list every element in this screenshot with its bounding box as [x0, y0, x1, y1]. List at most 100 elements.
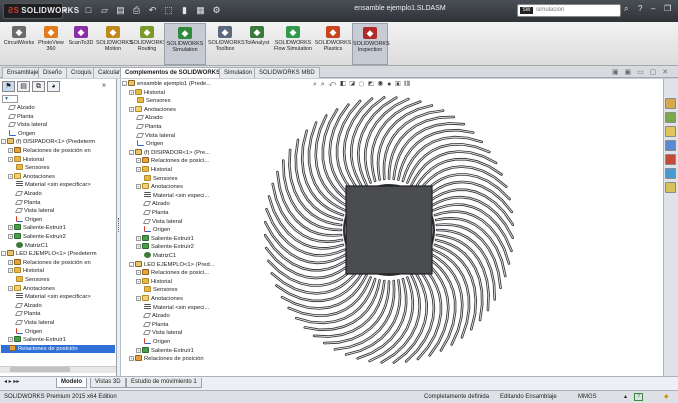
- view-settings-icon[interactable]: ▥: [405, 81, 411, 88]
- select-icon[interactable]: ⬚: [162, 4, 175, 17]
- ribbon-button-flow[interactable]: ◆ SOLIDWORKS Flow Simulation: [272, 23, 314, 65]
- bottom-tab-2[interactable]: Estudio de movimiento 1: [126, 378, 202, 388]
- scrollbar-thumb[interactable]: [10, 367, 70, 372]
- ribbon-button-simulation[interactable]: ◆ SOLIDWORKS Simulation: [164, 23, 206, 65]
- tree-item[interactable]: Vista lateral: [129, 132, 230, 141]
- tree-item[interactable]: Origen: [136, 226, 230, 235]
- restore-icon[interactable]: ❐: [664, 4, 671, 13]
- expand-icon[interactable]: +: [8, 173, 13, 179]
- display-manager-icon[interactable]: ◕: [47, 81, 60, 92]
- expand-icon[interactable]: +: [8, 268, 13, 274]
- rebuild-icon[interactable]: ▮: [178, 4, 191, 17]
- expand-icon[interactable]: +: [8, 259, 13, 265]
- ribbon-button-photoview[interactable]: ◆ PhotoView 360: [36, 23, 66, 65]
- filter-icon[interactable]: ▼·: [2, 95, 18, 103]
- tree-item[interactable]: + Anotaciones: [136, 183, 230, 192]
- expand-icon[interactable]: +: [8, 225, 13, 231]
- menu-arrow-icon[interactable]: ▸: [64, 6, 68, 14]
- tree-item[interactable]: Planta: [136, 209, 230, 218]
- tree-item[interactable]: + Anotaciones: [8, 172, 115, 182]
- selected-tree-item[interactable]: Relaciones de posición: [1, 344, 115, 354]
- expand-icon[interactable]: +: [8, 285, 13, 291]
- tab-6[interactable]: SOLIDWORKS MBD: [254, 67, 320, 78]
- help-icon[interactable]: ?: [638, 4, 642, 13]
- ribbon-button-routing[interactable]: ◆ SOLIDWORKS Routing: [130, 23, 167, 65]
- tree-item[interactable]: Planta: [136, 321, 230, 330]
- tree-item[interactable]: + Saliente-Extruir1: [136, 346, 230, 356]
- tree-item[interactable]: + Historial: [8, 155, 115, 165]
- collapse-icon[interactable]: -: [129, 149, 134, 155]
- tree-item[interactable]: + Saliente-Extruir2: [136, 243, 230, 252]
- expand-icon[interactable]: +: [136, 244, 141, 250]
- expand-icon[interactable]: +: [129, 89, 134, 95]
- design-library-icon[interactable]: [665, 112, 676, 123]
- save-icon[interactable]: ▤: [114, 4, 127, 17]
- tree-item[interactable]: Origen: [1, 129, 115, 139]
- tree-item[interactable]: + Saliente-Extruir1: [136, 234, 230, 244]
- expand-icon[interactable]: +: [136, 296, 141, 301]
- search-scope-icon[interactable]: SW: [520, 7, 533, 14]
- tree-item[interactable]: - LED EJEMPLO<1> (Pred...: [129, 260, 230, 270]
- expand-icon[interactable]: +: [136, 167, 141, 172]
- tree-item[interactable]: Alzado: [8, 190, 115, 199]
- options-icon[interactable]: ⚙: [210, 4, 223, 17]
- tree-item[interactable]: MatrizC1: [8, 241, 115, 251]
- expand-icon[interactable]: +: [8, 234, 13, 239]
- viewport-window-controls-icon[interactable]: ▣ ▣ ▭ ▢ ✕: [612, 68, 670, 76]
- expand-icon[interactable]: +: [136, 184, 141, 190]
- feature-tree-icon[interactable]: ⚑: [2, 81, 15, 92]
- search-input[interactable]: SW simulacion: [517, 4, 621, 17]
- tree-item[interactable]: - ensamble ejemplo1 (Prede...: [122, 80, 230, 89]
- open-icon[interactable]: ▱: [98, 4, 111, 17]
- status-units[interactable]: MMGS: [578, 391, 597, 403]
- units-dropdown-icon[interactable]: ▴: [624, 391, 627, 403]
- zoom-area-icon[interactable]: ⌕: [321, 81, 326, 88]
- solidworks-forum-icon[interactable]: [665, 182, 676, 193]
- tree-item[interactable]: Origen: [136, 338, 230, 347]
- tree-item[interactable]: + Saliente-Extruir2: [8, 233, 115, 242]
- solidworks-resources-icon[interactable]: [665, 98, 676, 109]
- tree-item[interactable]: + Saliente-Extruir1: [8, 336, 115, 345]
- tree-item[interactable]: + Historial: [129, 88, 230, 98]
- rebuild-status-icon[interactable]: ?: [634, 393, 643, 401]
- zoom-to-fit-icon[interactable]: ⌕: [313, 81, 318, 88]
- tree-item[interactable]: Origen: [8, 327, 115, 337]
- apply-scene-icon[interactable]: ▣: [395, 81, 401, 88]
- expand-icon[interactable]: +: [8, 148, 13, 153]
- tree-item[interactable]: + Relaciones de posición en: [8, 147, 115, 156]
- splitter-grip-icon[interactable]: [118, 218, 120, 232]
- custom-properties-icon[interactable]: [665, 168, 676, 179]
- collapse-icon[interactable]: -: [122, 81, 127, 86]
- tree-item[interactable]: Material <sin especificar>: [8, 181, 115, 190]
- collapse-icon[interactable]: -: [1, 251, 6, 257]
- ribbon-button-toolbox[interactable]: ◆ SOLIDWORKS Toolbox: [208, 23, 245, 65]
- tree-item[interactable]: + Anotaciones: [129, 105, 230, 115]
- tree-item[interactable]: Vista lateral: [1, 121, 115, 130]
- display-style-icon[interactable]: ◩: [368, 81, 374, 88]
- ribbon-button-plastics[interactable]: ◆ SOLIDWORKS Plastics: [314, 23, 352, 65]
- bottom-tab-1[interactable]: Vistas 3D: [90, 378, 126, 388]
- hide-show-icon[interactable]: ◉: [378, 81, 385, 88]
- tree-item[interactable]: Planta: [8, 199, 115, 208]
- tab-5[interactable]: Simulation: [219, 67, 258, 78]
- ribbon-button-circuit[interactable]: ◆ CircuitWorks: [2, 23, 36, 65]
- tree-item[interactable]: Origen: [8, 215, 115, 225]
- tree-item[interactable]: + Relaciones de posición: [129, 355, 230, 364]
- tab-4[interactable]: Complementos de SOLIDWORKS: [120, 67, 226, 78]
- tree-item[interactable]: + Historial: [136, 166, 230, 175]
- tree-item[interactable]: Sensores: [136, 286, 230, 295]
- print-icon[interactable]: ⎙: [130, 4, 143, 17]
- tree-item[interactable]: Alzado: [136, 312, 230, 321]
- ribbon-button-motion[interactable]: ◆ SOLIDWORKS Motion: [96, 23, 133, 65]
- tree-item[interactable]: Sensores: [136, 174, 230, 184]
- tree-item[interactable]: + Relaciones de posición en: [8, 258, 115, 268]
- tree-item[interactable]: + Saliente-Extruir1: [8, 224, 115, 233]
- tree-item[interactable]: Alzado: [8, 302, 115, 311]
- tree-item[interactable]: - LED EJEMPLO<1> (Predeterm: [1, 250, 115, 259]
- dynamic-annotation-icon[interactable]: ◪: [349, 81, 355, 88]
- tree-item[interactable]: Vista lateral: [8, 319, 115, 328]
- ribbon-button-inspection[interactable]: ◆ SOLIDWORKS Inspection: [352, 23, 390, 65]
- ribbon-button-tolanalyst[interactable]: ◆ TolAnalyst: [242, 23, 272, 65]
- previous-view-icon[interactable]: ↶: [329, 81, 337, 88]
- expand-icon[interactable]: +: [136, 278, 141, 284]
